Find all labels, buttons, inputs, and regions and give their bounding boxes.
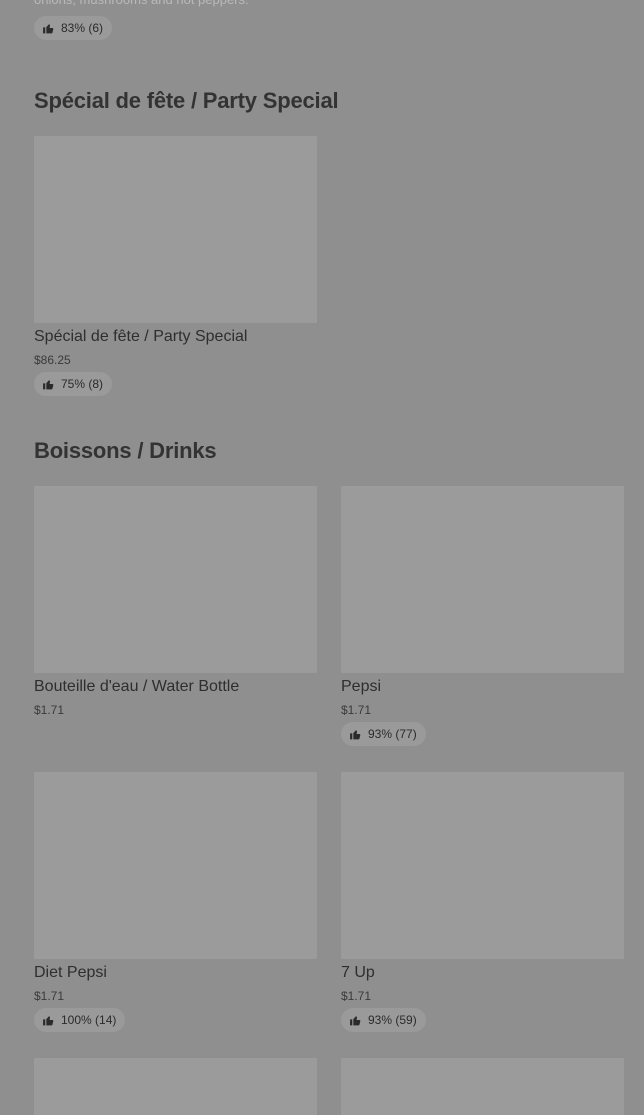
item-name: Bouteille d'eau / Water Bottle — [34, 678, 240, 695]
item-price: $1.71 — [34, 989, 65, 1003]
item-name: Pepsi — [341, 678, 382, 695]
item-image[interactable] — [341, 486, 624, 673]
thumbs-up-icon — [42, 1014, 55, 1027]
menu-item-card[interactable]: Diet Pepsi $1.71 100% (14) — [34, 772, 317, 1032]
thumbs-up-icon — [349, 1014, 362, 1027]
item-image[interactable] — [341, 1058, 624, 1115]
item-price: $1.71 — [341, 703, 372, 717]
item-price: $86.25 — [34, 353, 71, 367]
thumbs-up-icon — [42, 22, 55, 35]
menu-item-card[interactable]: Spécial de fête / Party Special $86.25 7… — [34, 136, 317, 396]
menu-item-card[interactable]: Pepsi $1.71 93% (77) — [341, 486, 624, 746]
item-name: Diet Pepsi — [34, 964, 107, 981]
rating-badge: 83% (6) — [34, 16, 113, 40]
section-title: Spécial de fête / Party Special — [34, 88, 339, 113]
rating-badge: 75% (8) — [34, 372, 113, 396]
item-name: 7 Up — [341, 964, 375, 981]
thumbs-up-icon — [42, 378, 55, 391]
item-price: $1.71 — [341, 989, 372, 1003]
rating-text: 83% (6) — [61, 21, 104, 35]
rating-text: 93% (77) — [368, 727, 417, 741]
rating-badge: 93% (59) — [341, 1008, 426, 1032]
item-image[interactable] — [34, 486, 317, 673]
item-description: onions, mushrooms and hot peppers. — [34, 0, 249, 8]
item-image[interactable] — [341, 772, 624, 959]
section-title: Boissons / Drinks — [34, 438, 217, 463]
item-name: Spécial de fête / Party Special — [34, 328, 248, 345]
rating-text: 100% (14) — [61, 1013, 117, 1027]
rating-text: 93% (59) — [368, 1013, 417, 1027]
item-price: $1.71 — [34, 703, 65, 717]
thumbs-up-icon — [349, 728, 362, 741]
rating-text: 75% (8) — [61, 377, 104, 391]
menu-item-card[interactable]: 7 Up $1.71 93% (59) — [341, 772, 624, 1032]
item-image[interactable] — [34, 136, 317, 323]
item-image[interactable] — [34, 1058, 317, 1115]
item-image[interactable] — [34, 772, 317, 959]
rating-badge: 93% (77) — [341, 722, 426, 746]
rating-badge: 100% (14) — [34, 1008, 126, 1032]
menu-item-card[interactable]: Bouteille d'eau / Water Bottle $1.71 — [34, 486, 317, 717]
